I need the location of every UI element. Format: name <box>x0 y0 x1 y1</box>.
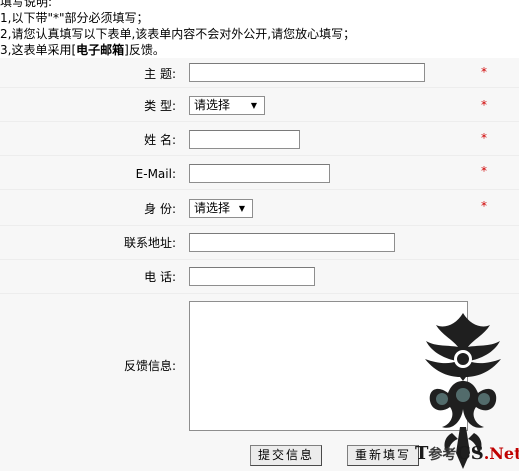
type-select[interactable]: 请选择 ▼ <box>189 96 265 115</box>
instructions-line-2: 2,请您认真填写以下表单,该表单内容不会对外公开,请您放心填写； <box>0 27 356 41</box>
triangle-down-icon: ▼ <box>238 204 246 213</box>
phone-label: 电 话: <box>144 270 176 284</box>
type-required-mark: * <box>481 98 487 112</box>
instructions-line-1: 1,以下带"*"部分必须填写； <box>0 10 519 26</box>
feedback-label: 反馈信息: <box>123 359 176 373</box>
instructions-line-1-suffix: "部分必须填写； <box>58 11 149 25</box>
phone-input[interactable] <box>189 267 315 286</box>
instructions-line-3-prefix: 3,这表单采用[ <box>0 43 77 57</box>
identity-required-mark: * <box>481 199 487 213</box>
watermark-letters-cs: CS <box>456 443 484 464</box>
instructions-title: 填写说明: <box>0 0 53 9</box>
name-row: 姓 名: * <box>0 122 519 156</box>
feedback-page: 填写说明: 1,以下带"*"部分必须填写； 2,请您认真填写以下表单,该表单内容… <box>0 0 519 471</box>
email-input[interactable] <box>189 164 330 183</box>
subject-input[interactable] <box>189 63 425 82</box>
identity-label: 身 份: <box>144 202 176 216</box>
triangle-down-icon: ▼ <box>250 101 258 110</box>
subject-label: 主 题: <box>144 67 176 81</box>
email-label: E-Mail: <box>135 167 176 181</box>
address-label: 联系地址: <box>123 236 176 250</box>
instructions-line-3-bold: 电子邮箱 <box>76 43 125 57</box>
type-row: 类 型: 请选择 ▼ * <box>0 88 519 122</box>
instructions: 填写说明: 1,以下带"*"部分必须填写； 2,请您认真填写以下表单,该表单内容… <box>0 0 519 58</box>
watermark-text: T参考CS.Net <box>415 443 519 465</box>
name-label: 姓 名: <box>144 133 176 147</box>
watermark-middle: 参考 <box>428 447 457 463</box>
watermark-letter-t: T <box>415 443 429 464</box>
instructions-line-3: 3,这表单采用[电子邮箱]反馈。 <box>0 42 519 58</box>
watermark-suffix: .Net <box>483 444 519 463</box>
identity-row: 身 份: 请选择 ▼ * <box>0 190 519 226</box>
name-input[interactable] <box>189 130 300 149</box>
instructions-line-1-prefix: 1,以下带" <box>0 11 53 25</box>
identity-select[interactable]: 请选择 ▼ <box>189 199 253 218</box>
subject-required-mark: * <box>481 65 487 79</box>
subject-row: 主 题: * <box>0 58 519 88</box>
address-row: 联系地址: <box>0 226 519 260</box>
email-row: E-Mail: * <box>0 156 519 190</box>
type-label: 类 型: <box>144 99 176 113</box>
address-input[interactable] <box>189 233 395 252</box>
instructions-line-3-suffix: ]反馈。 <box>124 43 165 57</box>
phone-row: 电 话: <box>0 260 519 294</box>
identity-select-value: 请选择 <box>194 201 231 215</box>
email-required-mark: * <box>481 164 487 178</box>
submit-button[interactable]: 提交信息 <box>250 445 322 466</box>
type-select-value: 请选择 <box>194 98 231 112</box>
name-required-mark: * <box>481 131 487 145</box>
